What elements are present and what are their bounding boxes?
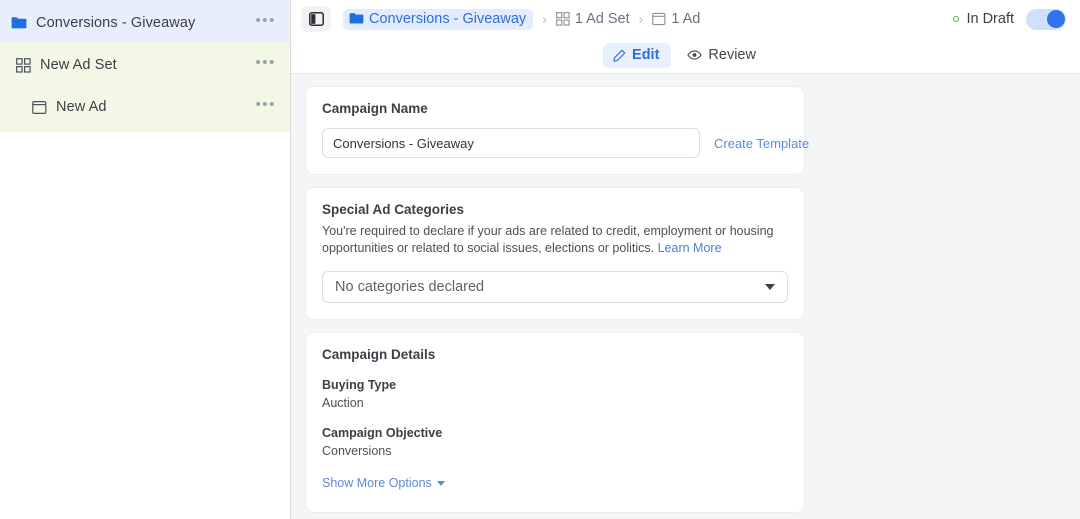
show-more-options-button[interactable]: Show More Options — [322, 476, 445, 490]
eye-icon — [687, 49, 702, 61]
buying-type-value: Auction — [322, 396, 788, 410]
breadcrumb-separator: › — [542, 11, 547, 27]
breadcrumb-item-campaign[interactable]: Conversions - Giveaway — [343, 9, 533, 30]
learn-more-link[interactable]: Learn More — [658, 241, 722, 255]
campaign-objective-label: Campaign Objective — [322, 426, 788, 440]
campaign-name-card: Campaign Name Create Template — [305, 86, 805, 175]
campaign-details-title: Campaign Details — [322, 347, 788, 362]
chevron-down-icon — [765, 284, 775, 290]
create-template-link[interactable]: Create Template — [714, 136, 809, 151]
breadcrumb: Conversions - Giveaway › 1 Ad Set › — [343, 9, 953, 30]
sidebar-item-label: New Ad — [56, 99, 255, 115]
chevron-down-icon — [437, 481, 445, 486]
sidebar-item-menu-button[interactable]: ••• — [255, 59, 276, 72]
sidebar-item-menu-button[interactable]: ••• — [255, 17, 276, 30]
status-dot-icon — [953, 16, 959, 22]
status-label: In Draft — [966, 11, 1014, 27]
status-toggle-switch[interactable] — [1026, 9, 1066, 30]
sidebar-item-menu-button[interactable]: ••• — [255, 101, 276, 114]
special-ad-categories-description: You're required to declare if your ads a… — [322, 223, 780, 257]
content-scroll-area[interactable]: Campaign Name Create Template Special Ad… — [291, 74, 1080, 519]
tab-review[interactable]: Review — [677, 43, 768, 68]
breadcrumb-label: 1 Ad Set — [575, 11, 630, 27]
app-root: Conversions - Giveaway ••• New Ad Set ••… — [0, 0, 1080, 519]
toggle-knob — [1047, 10, 1065, 28]
grid-icon — [556, 12, 570, 26]
campaign-name-input[interactable] — [322, 128, 700, 158]
show-more-options-label: Show More Options — [322, 476, 432, 490]
buying-type-label: Buying Type — [322, 378, 788, 392]
special-ad-categories-title: Special Ad Categories — [322, 202, 788, 217]
tab-bar: Edit Review — [291, 38, 1080, 74]
status-badge: In Draft — [953, 9, 1066, 30]
window-icon — [30, 98, 48, 116]
campaign-name-title: Campaign Name — [322, 101, 788, 116]
special-ad-categories-select[interactable]: No categories declared — [322, 271, 788, 303]
pencil-icon — [613, 49, 626, 62]
grid-icon — [14, 56, 32, 74]
folder-icon — [349, 12, 364, 25]
top-bar: Conversions - Giveaway › 1 Ad Set › — [291, 0, 1080, 38]
sidebar-item-label: New Ad Set — [40, 57, 255, 73]
sidebar: Conversions - Giveaway ••• New Ad Set ••… — [0, 0, 291, 519]
select-value-label: No categories declared — [335, 279, 484, 295]
breadcrumb-label: 1 Ad — [671, 11, 700, 27]
folder-icon — [10, 14, 28, 32]
tab-label: Review — [708, 47, 756, 63]
breadcrumb-item-ad[interactable]: 1 Ad — [652, 11, 700, 27]
tab-label: Edit — [632, 47, 659, 63]
tab-edit[interactable]: Edit — [603, 43, 671, 68]
sidebar-bottom-spacer — [0, 126, 290, 132]
sidebar-item-ad-set[interactable]: New Ad Set ••• — [0, 46, 290, 84]
sidebar-item-label: Conversions - Giveaway — [36, 15, 255, 31]
breadcrumb-label: Conversions - Giveaway — [369, 11, 526, 27]
main-area: Conversions - Giveaway › 1 Ad Set › — [291, 0, 1080, 519]
sidebar-item-campaign[interactable]: Conversions - Giveaway ••• — [0, 4, 290, 42]
window-icon — [652, 12, 666, 26]
breadcrumb-separator: › — [639, 11, 644, 27]
panel-toggle-icon[interactable] — [301, 6, 331, 32]
special-ad-categories-card: Special Ad Categories You're required to… — [305, 187, 805, 320]
campaign-details-card: Campaign Details Buying Type Auction Cam… — [305, 332, 805, 513]
campaign-name-field-row: Create Template — [322, 128, 788, 158]
breadcrumb-item-ad-set[interactable]: 1 Ad Set — [556, 11, 630, 27]
sidebar-item-ad[interactable]: New Ad ••• — [0, 88, 290, 126]
campaign-objective-value: Conversions — [322, 444, 788, 458]
